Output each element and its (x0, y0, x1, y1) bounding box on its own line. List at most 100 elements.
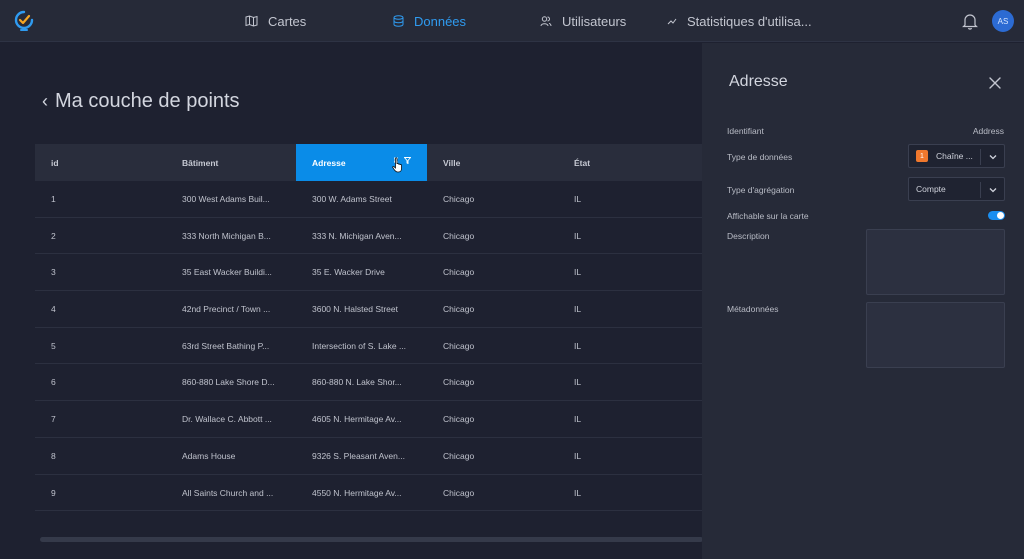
cell-adresse: 3600 N. Halsted Street (312, 304, 398, 315)
cell-etat: IL (574, 414, 582, 425)
column-header-id[interactable]: id (35, 144, 166, 181)
cell-etat: IL (574, 230, 582, 241)
cell-id: 4 (51, 304, 56, 315)
table-row[interactable]: 1 300 West Adams Buil... 300 W. Adams St… (35, 181, 703, 218)
nav-cartes[interactable]: Cartes (245, 0, 306, 42)
cell-id: 2 (51, 230, 56, 241)
cell-ville: Chicago (443, 340, 475, 351)
column-header-batiment[interactable]: Bâtiment (166, 144, 296, 181)
cell-etat: IL (574, 487, 582, 498)
map-icon (245, 15, 258, 27)
cell-batiment: Dr. Wallace C. Abbott ... (182, 414, 272, 425)
data-type-badge: 1 (916, 150, 928, 162)
chart-line-icon (667, 18, 677, 25)
cell-id: 7 (51, 414, 56, 425)
cell-etat: IL (574, 377, 582, 388)
cell-id: 1 (51, 194, 56, 204)
cell-adresse: 4605 N. Hermitage Av... (312, 414, 402, 425)
cell-etat: IL (574, 194, 582, 204)
displayable-toggle[interactable] (988, 211, 1005, 220)
nav-donnees[interactable]: Données (393, 0, 466, 42)
cell-etat: IL (574, 304, 582, 315)
cell-batiment: 42nd Precinct / Town ... (182, 304, 271, 315)
table-header: id Bâtiment Adresse Ville État (35, 144, 703, 181)
cell-etat: IL (574, 340, 582, 351)
column-header-ville[interactable]: Ville (427, 144, 558, 181)
chevron-down-icon[interactable] (988, 185, 998, 195)
cell-id: 6 (51, 377, 56, 388)
cell-etat: IL (574, 267, 582, 278)
displayable-label: Affichable sur la carte (727, 211, 809, 221)
table-row[interactable]: 9 All Saints Church and ... 4550 N. Herm… (35, 475, 703, 512)
database-icon (393, 15, 404, 27)
cell-adresse: 333 N. Michigan Aven... (312, 230, 402, 241)
cell-ville: Chicago (443, 194, 475, 204)
nav-label: Utilisateurs (562, 13, 627, 29)
bell-icon[interactable] (962, 12, 978, 30)
cell-adresse: Intersection of S. Lake ... (312, 340, 407, 351)
cell-adresse: 9326 S. Pleasant Aven... (312, 450, 405, 461)
cell-id: 8 (51, 450, 56, 461)
cell-ville: Chicago (443, 230, 475, 241)
identifier-label: Identifiant (727, 126, 764, 136)
table-row[interactable]: 6 860-880 Lake Shore D... 860-880 N. Lak… (35, 364, 703, 402)
cell-batiment: 35 East Wacker Buildi... (182, 267, 272, 278)
select-divider (980, 149, 981, 165)
table-row[interactable]: 7 Dr. Wallace C. Abbott ... 4605 N. Herm… (35, 401, 703, 438)
data-type-value: Chaîne ... (936, 151, 973, 161)
data-type-select[interactable]: 1 Chaîne ... (908, 144, 1005, 168)
data-table: id Bâtiment Adresse Ville État 1 300 Wes… (35, 144, 703, 512)
horizontal-scrollbar[interactable] (40, 537, 703, 542)
table-row[interactable]: 3 35 East Wacker Buildi... 35 E. Wacker … (35, 254, 703, 292)
cell-id: 9 (51, 487, 56, 498)
page-title: ‹ Ma couche de points (42, 90, 240, 113)
close-icon[interactable] (988, 76, 1002, 90)
column-header-etat[interactable]: État (558, 144, 703, 181)
cell-adresse: 300 W. Adams Street (312, 194, 392, 204)
app-logo-icon[interactable] (12, 9, 36, 33)
aggregation-label: Type d'agrégation (727, 185, 795, 195)
cell-id: 5 (51, 340, 56, 351)
table-row[interactable]: 8 Adams House 9326 S. Pleasant Aven... C… (35, 438, 703, 475)
nav-statistiques[interactable]: Statistiques d'utilisa... (667, 0, 812, 42)
page-title-text: Ma couche de points (55, 90, 240, 112)
back-chevron-icon[interactable]: ‹ (42, 91, 48, 112)
top-navbar: Cartes Données Utilisateurs Statistiques… (0, 0, 1024, 42)
cell-batiment: 860-880 Lake Shore D... (182, 377, 275, 388)
metadata-textarea[interactable] (866, 302, 1005, 368)
column-settings-panel: Adresse Identifiant Address Type de donn… (702, 43, 1024, 559)
description-textarea[interactable] (866, 229, 1005, 295)
cell-adresse: 35 E. Wacker Drive (312, 267, 385, 278)
cell-ville: Chicago (443, 304, 475, 315)
cell-adresse: 4550 N. Hermitage Av... (312, 487, 402, 498)
column-header-adresse[interactable]: Adresse (296, 144, 427, 181)
cell-batiment: 300 West Adams Buil... (182, 194, 270, 204)
cell-batiment: 333 North Michigan B... (182, 230, 271, 241)
chevron-down-icon[interactable] (988, 152, 998, 162)
cell-batiment: All Saints Church and ... (182, 487, 274, 498)
cell-id: 3 (51, 267, 56, 278)
cell-etat: IL (574, 450, 582, 461)
nav-utilisateurs[interactable]: Utilisateurs (540, 0, 626, 42)
table-row[interactable]: 4 42nd Precinct / Town ... 3600 N. Halst… (35, 291, 703, 328)
filter-icon[interactable] (404, 157, 411, 164)
table-row[interactable]: 2 333 North Michigan B... 333 N. Michiga… (35, 218, 703, 255)
avatar[interactable]: AS (992, 10, 1014, 32)
identifier-value: Address (972, 126, 1004, 136)
data-type-label: Type de données (727, 152, 793, 162)
metadata-label: Métadonnées (727, 304, 779, 314)
table-row[interactable]: 5 63rd Street Bathing P... Intersection … (35, 328, 703, 365)
nav-label: Données (414, 13, 467, 29)
cell-adresse: 860-880 N. Lake Shor... (312, 377, 402, 388)
panel-title: Adresse (729, 73, 788, 90)
nav-label: Cartes (268, 13, 307, 29)
cell-ville: Chicago (443, 450, 475, 461)
cell-ville: Chicago (443, 487, 475, 498)
aggregation-select[interactable]: Compte (908, 177, 1005, 201)
cell-batiment: 63rd Street Bathing P... (182, 340, 270, 351)
cell-ville: Chicago (443, 414, 475, 425)
aggregation-value: Compte (916, 184, 946, 194)
cell-ville: Chicago (443, 267, 475, 278)
select-divider (980, 182, 981, 198)
nav-label: Statistiques d'utilisa... (687, 13, 812, 29)
